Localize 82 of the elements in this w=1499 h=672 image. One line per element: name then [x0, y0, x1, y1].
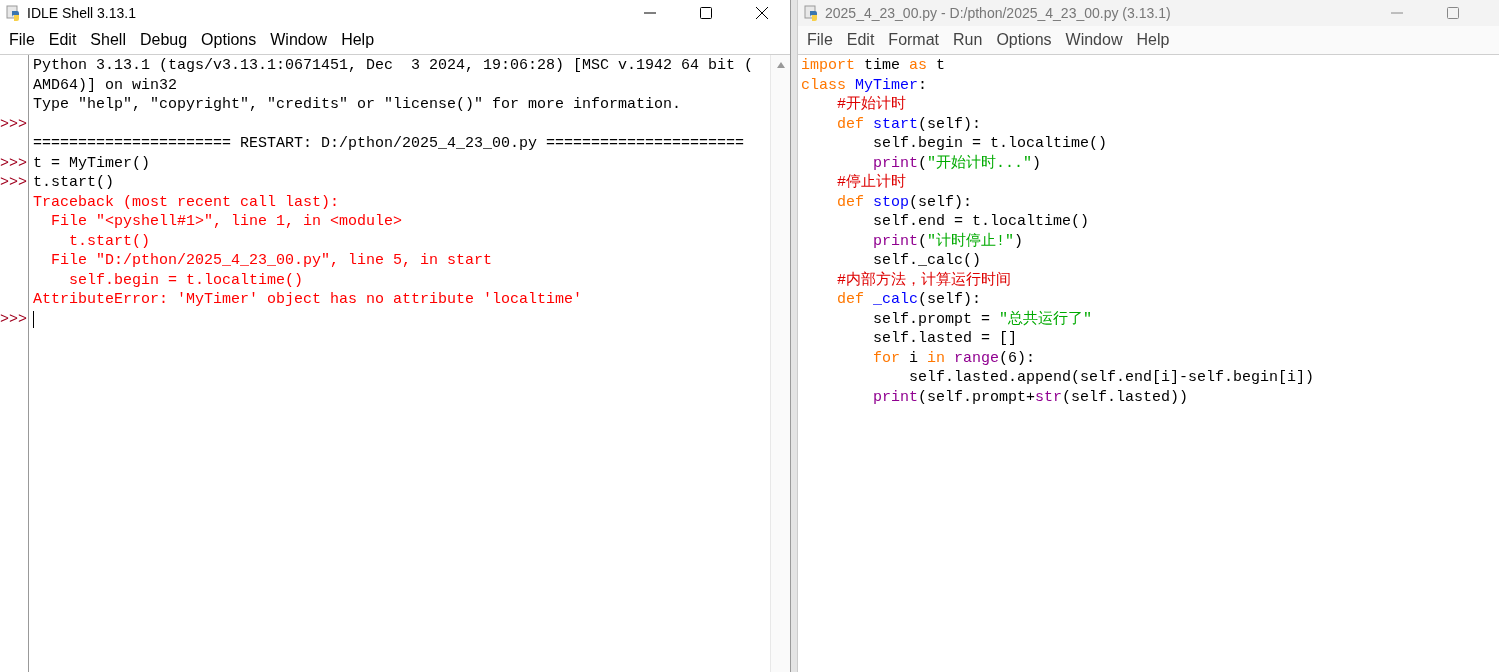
shell-text: Python 3.13.1 (tags/v3.13.1:0671451, Dec 3 2024, 19:06:28) [MSC v.1942 64 bit (: [33, 56, 754, 76]
code-text: def: [836, 114, 865, 134]
menu-item[interactable]: Edit: [41, 29, 84, 51]
code-text: #停止计时: [836, 173, 906, 193]
code-text: _calc: [873, 290, 919, 310]
menu-item[interactable]: Window: [263, 29, 335, 51]
code-text: (: [918, 231, 928, 251]
menu-item[interactable]: Format: [881, 29, 947, 51]
shell-text: Traceback (most recent call last):: [33, 192, 340, 212]
shell-text: t.start(): [68, 231, 151, 251]
code-text: (6):: [999, 348, 1036, 368]
shell-text: ====================== RESTART: D:/pthon/2025_4_23_00.py ======================: [33, 134, 745, 154]
menu-item[interactable]: File: [800, 29, 840, 51]
code-text: in: [927, 348, 946, 368]
shell-text: Type "help", "copyright", "credits" or "license()" for more information.: [33, 95, 682, 115]
menu-item[interactable]: File: [2, 29, 42, 51]
code-text: "计时停止!": [927, 231, 1015, 251]
shell-text: File "D:/pthon/2025_4_23_00.py", line 5, in start: [50, 251, 493, 271]
maximize-icon: [700, 7, 712, 19]
window-title: IDLE Shell 3.13.1: [27, 5, 136, 21]
code-text: import: [801, 56, 855, 76]
scrollbar[interactable]: [770, 55, 790, 672]
code-text: "开始计时...": [927, 153, 1033, 173]
code-text: "总共运行了": [999, 309, 1093, 329]
code-text: start: [873, 114, 919, 134]
code-text: self.lasted = []: [872, 329, 1018, 349]
shell-text: AMD64)] on win32: [33, 75, 178, 95]
code-text: time: [863, 56, 902, 76]
code-text: (self):: [918, 114, 982, 134]
scroll-up-icon: [776, 62, 785, 68]
code-text: self._calc(): [872, 251, 982, 271]
menu-item[interactable]: Edit: [839, 29, 882, 51]
code-text: (self.lasted)): [1062, 387, 1189, 407]
code-text: class: [801, 75, 847, 95]
python-icon: [804, 5, 820, 21]
code-text: (self.prompt+: [918, 387, 1036, 407]
code-text: self.end = t.localtime(): [872, 212, 1090, 232]
code-text: self.prompt =: [872, 309, 992, 329]
code-text: as: [909, 56, 928, 76]
window-title: 2025_4_23_00.py - D:/pthon/2025_4_23_00.py (3.13.1): [825, 5, 1171, 21]
code-text: str: [1035, 387, 1063, 407]
code-text: #内部方法，计算运行时间: [836, 270, 1011, 290]
code-text: (: [918, 153, 928, 173]
code-text: self.begin = t.localtime(): [872, 134, 1108, 154]
menu-item[interactable]: Debug: [132, 29, 195, 51]
code-text: ): [1032, 153, 1042, 173]
shell-prompt: >>>: [0, 174, 27, 191]
menu-item[interactable]: Window: [1058, 29, 1130, 51]
menu-item[interactable]: Help: [1129, 29, 1177, 51]
shell-prompt: >>>: [0, 154, 27, 172]
code-text: :: [918, 75, 928, 95]
code-text: ): [1014, 231, 1024, 251]
maximize-icon: [1447, 7, 1459, 19]
shell-text: File "<pyshell#1>", line 1, in <module>: [50, 212, 403, 232]
shell-text: AttributeError: 'MyTimer' object has no attribute 'localtime': [33, 290, 583, 310]
menu-item[interactable]: Options: [989, 29, 1059, 51]
code-text: print: [872, 387, 919, 407]
code-text: self.lasted.append(self.end[i]-self.begin[i]): [908, 368, 1315, 388]
shell-text: t.start(): [33, 173, 114, 193]
code-text: i: [908, 348, 920, 368]
shell-text: t = MyTimer(): [33, 153, 151, 173]
code-text: print: [872, 153, 919, 173]
code-text: #开始计时: [836, 95, 906, 115]
menu-item[interactable]: Help: [334, 29, 382, 51]
code-text: print: [872, 231, 919, 251]
python-icon: [6, 5, 22, 21]
menu-item[interactable]: Shell: [83, 29, 133, 51]
menu-item[interactable]: Options: [194, 29, 264, 51]
code-text: for: [872, 348, 901, 368]
menu-item[interactable]: Run: [946, 29, 990, 51]
code-text: (self):: [918, 290, 982, 310]
code-text: def: [836, 192, 865, 212]
close-icon: [756, 7, 768, 19]
code-text: stop: [873, 192, 910, 212]
code-text: def: [836, 290, 865, 310]
shell-prompt: >>>: [0, 310, 27, 328]
shell-text: self.begin = t.localtime(): [68, 270, 304, 290]
shell-prompt: >>>: [0, 115, 27, 133]
code-text: t: [935, 56, 946, 76]
code-text: (self):: [909, 192, 973, 212]
code-text: MyTimer: [855, 75, 919, 95]
code-text: range: [953, 348, 1000, 368]
